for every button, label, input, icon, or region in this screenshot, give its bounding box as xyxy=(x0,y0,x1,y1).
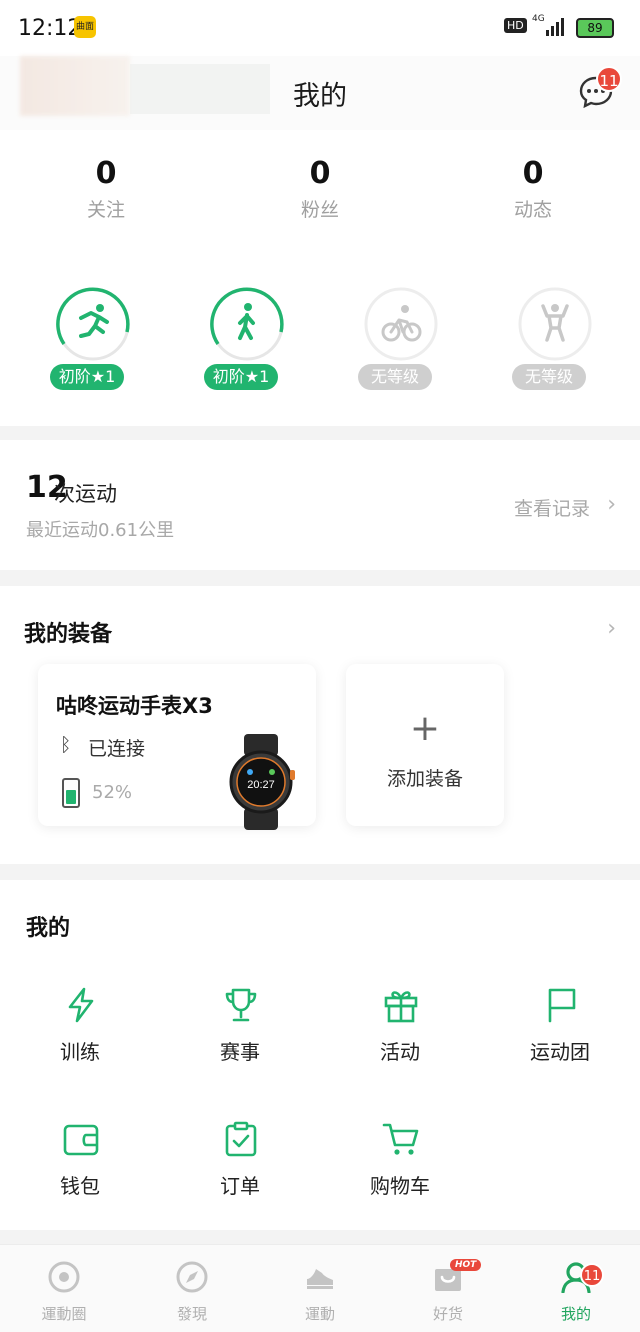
profile-stats: 0 关注 0 粉丝 0 动态 初阶★1 初阶★1 无等级 无等级 xyxy=(0,130,640,426)
network-indicator: 4G xyxy=(532,14,545,24)
feature-label: 订单 xyxy=(220,1174,260,1198)
cycling-icon xyxy=(364,287,438,361)
hd-indicator: HD xyxy=(504,18,527,33)
watch-time: 20:27 xyxy=(247,779,275,791)
tab-mine[interactable]: 11 我的 xyxy=(512,1245,640,1332)
bluetooth-icon: ᛒ xyxy=(60,734,72,756)
activities-button[interactable]: 活动 xyxy=(330,986,470,1076)
battery-percent: 52% xyxy=(92,782,133,803)
lightning-icon xyxy=(68,987,94,1023)
feature-label: 钱包 xyxy=(60,1174,100,1198)
cart-button[interactable]: 购物车 xyxy=(330,1120,470,1210)
tab-label: 好货 xyxy=(432,1305,463,1323)
recent-distance: 最近运动0.61公里 xyxy=(26,520,175,541)
level-walking[interactable]: 初阶★1 xyxy=(204,286,294,406)
feature-label: 购物车 xyxy=(370,1174,430,1198)
connection-status: 已连接 xyxy=(88,738,146,760)
gift-icon xyxy=(384,991,418,1023)
message-badge: 11 xyxy=(596,66,622,92)
tab-discover[interactable]: 發現 xyxy=(128,1245,256,1332)
bottom-tab-bar: 運動圈 發現 運動 HOT 好货 11 我的 xyxy=(0,1244,640,1332)
level-fitness[interactable]: 无等级 xyxy=(512,286,602,406)
compass-icon xyxy=(176,1261,208,1293)
stat-value: 0 xyxy=(95,156,117,191)
status-time: 12:12 xyxy=(18,16,82,41)
clipboard-check-icon xyxy=(225,1121,257,1157)
stat-label: 动态 xyxy=(513,199,552,221)
flag-icon xyxy=(548,988,576,1023)
stat-posts[interactable]: 0 动态 xyxy=(453,156,613,222)
level-tag: 初阶★1 xyxy=(204,364,278,390)
level-tag: 无等级 xyxy=(512,364,586,390)
trophy-icon xyxy=(225,988,257,1022)
section-title: 我的 xyxy=(26,916,71,941)
app-notification-icon: 曲面 xyxy=(74,16,96,38)
plus-icon: + xyxy=(409,708,441,749)
section-title: 我的装备 xyxy=(24,622,113,647)
chevron-right-icon: › xyxy=(607,492,616,517)
tab-label: 我的 xyxy=(560,1305,591,1323)
tab-label: 運動圈 xyxy=(41,1305,87,1323)
battery-level-icon xyxy=(62,778,80,808)
view-records-link[interactable]: 查看记录 xyxy=(514,494,590,521)
level-cycling[interactable]: 无等级 xyxy=(358,286,448,406)
cart-icon xyxy=(382,1123,419,1155)
status-bar: 12:12 曲面 HD 4G 89 xyxy=(0,0,640,56)
signal-icon xyxy=(546,18,568,36)
tab-label: 運動 xyxy=(304,1305,335,1323)
tab-sports-circle[interactable]: 運動圈 xyxy=(0,1245,128,1332)
level-tag: 无等级 xyxy=(358,364,432,390)
level-running[interactable]: 初阶★1 xyxy=(50,286,140,406)
tab-label: 發現 xyxy=(176,1305,207,1323)
exercise-records[interactable]: 12 次运动 最近运动0.61公里 查看记录 › xyxy=(0,440,640,570)
hot-badge: HOT xyxy=(450,1259,482,1271)
chevron-right-icon[interactable]: › xyxy=(607,616,616,641)
training-button[interactable]: 训练 xyxy=(10,986,150,1076)
feature-label: 运动团 xyxy=(530,1040,590,1064)
circle-target-icon xyxy=(48,1261,80,1293)
running-icon xyxy=(56,287,130,361)
stat-label: 粉丝 xyxy=(300,199,339,221)
sports-team-button[interactable]: 运动团 xyxy=(490,986,630,1076)
add-device-label: 添加装备 xyxy=(386,768,463,790)
my-equipment: 我的装备 › 咕咚运动手表X3 ᛒ 已连接 52% 20:27 + 添加装备 xyxy=(0,586,640,864)
orders-button[interactable]: 订单 xyxy=(170,1120,310,1210)
feature-label: 活动 xyxy=(380,1040,420,1064)
device-card[interactable]: 咕咚运动手表X3 ᛒ 已连接 52% 20:27 xyxy=(38,664,316,830)
walking-icon xyxy=(210,287,284,361)
add-device-button[interactable]: + 添加装备 xyxy=(346,664,504,826)
exercise-count-label: 次运动 xyxy=(54,482,117,506)
my-features: 我的 训练 赛事 活动 运动团 钱包 订单 购物车 xyxy=(0,880,640,1230)
notification-badge: 11 xyxy=(580,1263,604,1287)
stat-following[interactable]: 0 关注 xyxy=(26,156,186,222)
stat-label: 关注 xyxy=(86,199,125,221)
smartwatch-image: 20:27 xyxy=(229,734,295,830)
events-button[interactable]: 赛事 xyxy=(170,986,310,1076)
battery-icon: 89 xyxy=(576,18,614,38)
level-tag: 初阶★1 xyxy=(50,364,124,390)
stat-value: 0 xyxy=(309,156,331,191)
shoe-icon xyxy=(307,1269,333,1289)
page-title: 我的 xyxy=(293,81,347,112)
page-header: 我的 11 xyxy=(0,56,640,130)
wallet-button[interactable]: 钱包 xyxy=(10,1120,150,1210)
stat-value: 0 xyxy=(522,156,544,191)
wallet-icon xyxy=(63,1124,99,1156)
stat-followers[interactable]: 0 粉丝 xyxy=(240,156,400,222)
fitness-icon xyxy=(518,287,592,361)
device-name: 咕咚运动手表X3 xyxy=(56,694,213,718)
tab-goods[interactable]: HOT 好货 xyxy=(384,1245,512,1332)
feature-label: 训练 xyxy=(60,1040,100,1064)
feature-label: 赛事 xyxy=(220,1040,260,1064)
tab-exercise[interactable]: 運動 xyxy=(256,1245,384,1332)
